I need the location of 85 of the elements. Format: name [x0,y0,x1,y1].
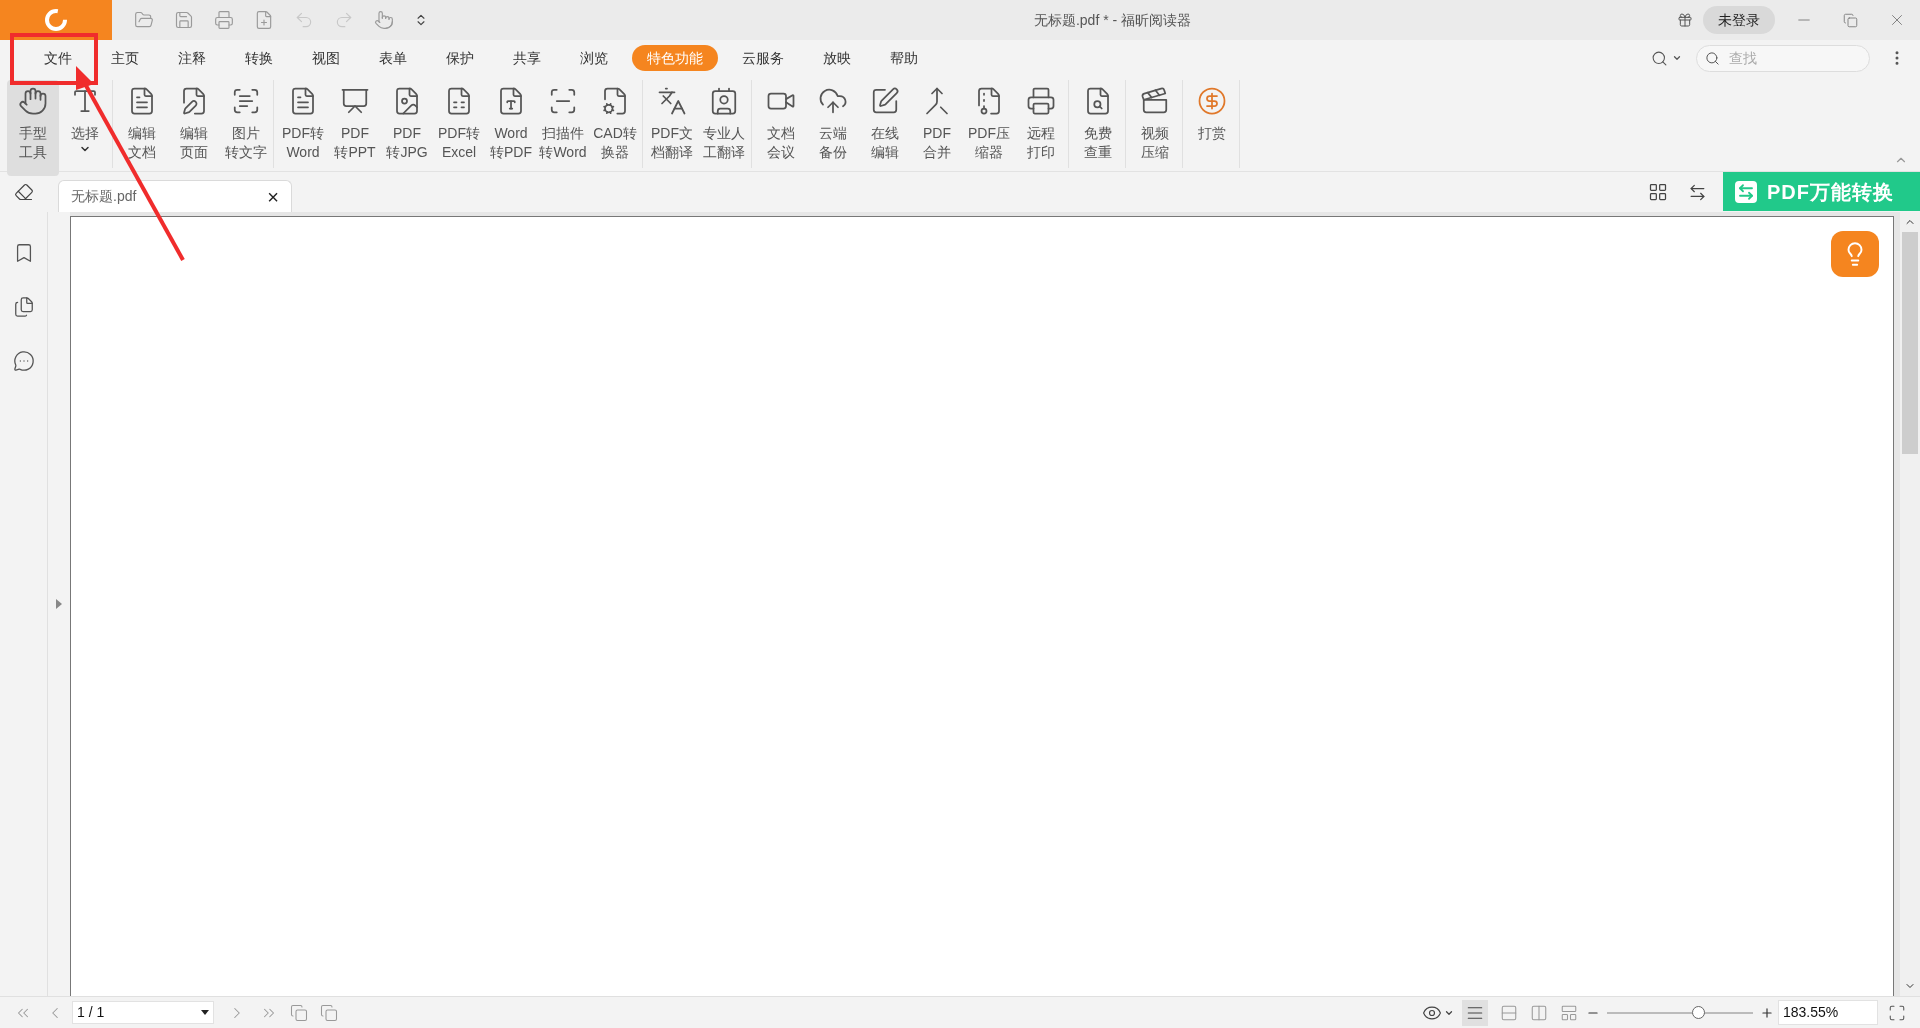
new-file-icon[interactable] [254,10,274,30]
document-tab[interactable]: 无标题.pdf × [58,180,292,212]
ribbon-button[interactable]: 视频 压缩 [1129,80,1181,176]
save-icon[interactable] [174,10,194,30]
menu-tab[interactable]: 共享 [498,45,556,71]
redo-icon[interactable] [334,10,354,30]
fullscreen-icon[interactable] [1888,1003,1906,1022]
pen-square-icon [870,86,900,116]
ribbon-button[interactable]: CAD转 换器 [589,80,641,176]
scan-text-icon [231,86,261,116]
page-number-field[interactable]: 1 / 1 [72,1001,214,1024]
hand-pointer-icon[interactable] [374,10,394,30]
tip-button[interactable] [1831,231,1879,277]
menu-tab[interactable]: 主页 [96,45,154,71]
undo-icon[interactable] [294,10,314,30]
print-icon[interactable] [214,10,234,30]
ribbon-button[interactable]: 编辑 文档 [116,80,168,176]
caret-icon [1672,53,1682,63]
menu-tab[interactable]: 文件 [29,45,87,71]
ribbon-button[interactable]: Word 转PDF [485,80,537,176]
search-icon [1705,50,1720,66]
ribbon-button[interactable]: 在线 编辑 [859,80,911,176]
coin-icon [1197,86,1227,116]
ribbon-button[interactable]: PDF 转PPT [329,80,381,176]
ribbon-button[interactable]: 专业人 工翻译 [698,80,750,176]
zoom-field[interactable]: 183.55% [1778,1000,1878,1025]
logo-icon [45,9,67,31]
convert-icon [1735,180,1757,203]
pages-icon[interactable] [12,296,35,318]
ribbon-button[interactable]: PDF 转JPG [381,80,433,176]
clapperboard-icon [1140,86,1170,116]
cloud-upload-icon [818,86,848,116]
menu-tab[interactable]: 浏览 [565,45,623,71]
translate-icon [657,86,687,116]
menu-tab[interactable]: 放映 [808,45,866,71]
scan-icon [548,86,578,116]
ribbon-button[interactable]: PDF转 Excel [433,80,485,176]
ribbon-button[interactable]: 打赏 [1186,80,1238,176]
facing-pages-icon[interactable] [1530,1003,1548,1022]
eraser-icon[interactable] [14,182,34,202]
menu-tab[interactable]: 云服务 [727,45,799,71]
grid-view-icon[interactable] [1648,182,1668,202]
expand-panel-icon[interactable] [56,599,62,609]
presentation-icon [340,86,370,116]
ribbon-button[interactable]: PDF转 Word [277,80,329,176]
ribbon-button[interactable]: PDF文 档翻译 [646,80,698,176]
caret-icon [201,1010,209,1015]
single-page-button[interactable] [1462,999,1488,1026]
comment-icon[interactable] [12,350,35,372]
hand-icon [18,86,48,116]
search-options-button[interactable] [1651,49,1682,67]
ribbon-button[interactable]: 编辑 页面 [168,80,220,176]
ribbon-button[interactable]: 手型 工具 [7,80,59,176]
menu-tab[interactable]: 帮助 [875,45,933,71]
gift-icon[interactable] [1677,12,1693,28]
ribbon-button[interactable]: 文档 会议 [755,80,807,176]
zoom-slider-thumb[interactable] [1691,1005,1705,1019]
scroll-thumb[interactable] [1902,232,1918,454]
open-folder-icon[interactable] [134,10,154,30]
ribbon-button[interactable]: 免费 查重 [1072,80,1124,176]
ribbon-button[interactable]: 图片 转文字 [220,80,272,176]
contact-card-icon [709,86,739,116]
app-logo-tile[interactable] [0,0,112,40]
zoom-in-icon[interactable] [1760,1005,1774,1020]
ribbon-button[interactable]: 扫描件 转Word [537,80,589,176]
swap-icon[interactable] [1688,182,1707,202]
window-title: 无标题.pdf * - 福昕阅读器 [1033,10,1192,30]
menu-tab[interactable]: 保护 [431,45,489,71]
search-field[interactable]: 查找 [1696,44,1870,72]
tab-close-button[interactable]: × [267,181,279,212]
ribbon-button[interactable]: PDF压 缩器 [963,80,1015,176]
ribbon-button[interactable]: 云端 备份 [807,80,859,176]
menu-tab[interactable]: 注释 [163,45,221,71]
restore-icon[interactable] [1843,12,1858,28]
printer-icon [1026,86,1056,116]
login-button[interactable]: 未登录 [1703,6,1775,34]
continuous-facing-icon[interactable] [1560,1003,1578,1022]
menu-tab[interactable]: 转换 [230,45,288,71]
continuous-page-icon[interactable] [1500,1003,1518,1022]
menu-tab[interactable]: 视图 [297,45,355,71]
zoom-slider[interactable] [1604,1005,1756,1020]
ribbon-button[interactable]: 远程 打印 [1015,80,1067,176]
search-list-icon [1651,49,1668,67]
ribbon-button[interactable]: PDF 合并 [911,80,963,176]
menu-tab[interactable]: 表单 [364,45,422,71]
